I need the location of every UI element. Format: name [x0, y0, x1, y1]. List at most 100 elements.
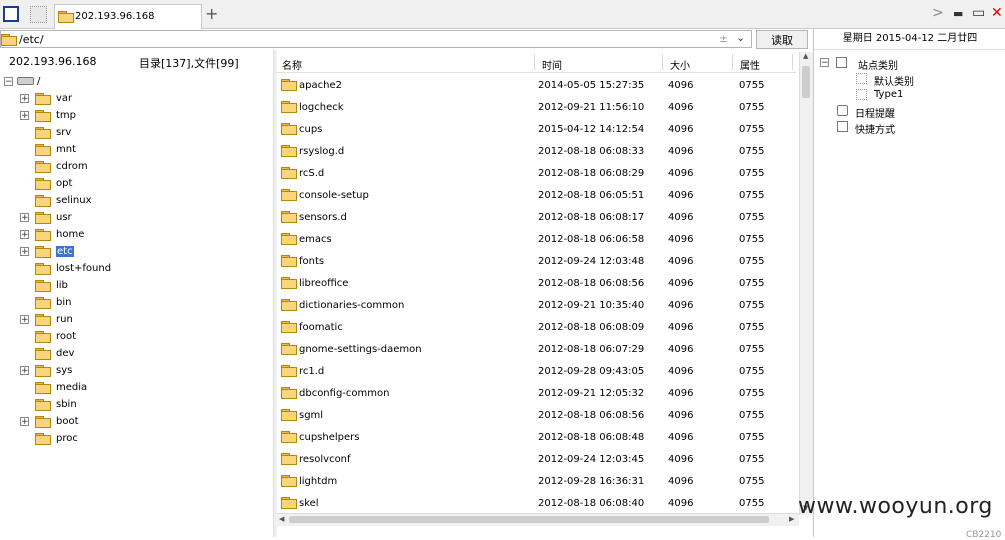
expand-icon[interactable]: +: [20, 366, 29, 376]
file-size: 4096: [668, 498, 694, 509]
folder-icon: [281, 233, 297, 245]
scroll-right-icon[interactable]: ▶: [789, 515, 794, 523]
file-row[interactable]: libreoffice 2012-08-18 06:08:56 4096 0755: [276, 273, 796, 295]
file-row[interactable]: sensors.d 2012-08-18 06:08:17 4096 0755: [276, 207, 796, 229]
file-row[interactable]: apache2 2014-05-05 15:27:35 4096 0755: [276, 75, 796, 97]
file-name: cups: [299, 124, 323, 135]
file-time: 2012-08-18 06:08:33: [538, 146, 645, 157]
file-time: 2012-08-18 06:05:51: [538, 190, 645, 201]
forward-icon[interactable]: >: [932, 5, 944, 21]
folder-icon: [35, 365, 51, 377]
file-row[interactable]: rsyslog.d 2012-08-18 06:08:33 4096 0755: [276, 141, 796, 163]
file-row[interactable]: foomatic 2012-08-18 06:08:09 4096 0755: [276, 317, 796, 339]
type1-label: Type1: [874, 89, 904, 100]
close-button[interactable]: ✕: [991, 5, 1003, 21]
expand-icon[interactable]: +: [20, 417, 29, 427]
file-row[interactable]: gnome-settings-daemon 2012-08-18 06:07:29…: [276, 339, 796, 361]
clock-icon: [837, 105, 848, 116]
folder-icon: [35, 433, 51, 445]
host-label: 202.193.96.168: [9, 55, 97, 68]
expand-icon[interactable]: +: [20, 213, 29, 223]
scroll-up-icon[interactable]: ▲: [803, 52, 808, 60]
horizontal-scroll-thumb[interactable]: [289, 516, 769, 523]
blank-tab-icon[interactable]: [30, 6, 47, 23]
add-tab-button[interactable]: +: [205, 4, 218, 23]
restore-button[interactable]: ▭: [972, 5, 985, 21]
column-size[interactable]: 大小: [670, 57, 690, 72]
watermark: www.wooyun.org: [798, 494, 993, 519]
tree-item-label: var: [56, 93, 73, 104]
tree-item-label: proc: [56, 433, 78, 444]
file-time: 2012-09-24 12:03:48: [538, 256, 645, 267]
folder-icon: [35, 263, 51, 275]
file-time: 2012-08-18 06:08:40: [538, 498, 645, 509]
file-attr: 0755: [739, 212, 765, 223]
collapse-icon[interactable]: −: [4, 77, 13, 87]
column-divider[interactable]: [534, 54, 535, 70]
file-attr: 0755: [739, 322, 765, 333]
tree-item-label: srv: [56, 127, 72, 138]
horizontal-scrollbar[interactable]: ◀ ▶: [276, 513, 799, 526]
file-row[interactable]: skel 2012-08-18 06:08:40 4096 0755: [276, 493, 796, 515]
file-size: 4096: [668, 190, 694, 201]
tree-item-label: dev: [56, 348, 75, 359]
sidebar-toggle-icon[interactable]: [3, 6, 19, 22]
folder-icon: [281, 431, 297, 443]
expand-icon[interactable]: +: [20, 315, 29, 325]
file-name: resolvconf: [299, 454, 351, 465]
scroll-left-icon[interactable]: ◀: [279, 515, 284, 523]
vertical-scrollbar[interactable]: ▲ ▼: [799, 52, 813, 515]
file-row[interactable]: console-setup 2012-08-18 06:05:51 4096 0755: [276, 185, 796, 207]
folder-icon: [281, 387, 297, 399]
file-row[interactable]: emacs 2012-08-18 06:06:58 4096 0755: [276, 229, 796, 251]
file-attr: 0755: [739, 234, 765, 245]
column-divider[interactable]: [732, 54, 733, 70]
file-time: 2012-08-18 06:08:56: [538, 278, 645, 289]
file-row[interactable]: dbconfig-common 2012-09-21 12:05:32 4096 07…: [276, 383, 796, 405]
tab-host[interactable]: 202.193.96.168: [54, 4, 202, 29]
folder-icon: [35, 110, 51, 122]
plus-minus-icon[interactable]: ±: [719, 32, 728, 45]
file-size: 4096: [668, 124, 694, 135]
file-row[interactable]: dictionaries-common 2012-09-21 10:35:40 40…: [276, 295, 796, 317]
file-row[interactable]: sgml 2012-08-18 06:08:56 4096 0755: [276, 405, 796, 427]
file-row[interactable]: cupshelpers 2012-08-18 06:08:48 4096 0755: [276, 427, 796, 449]
date-header: 星期日 2015-04-12 二月廿四: [814, 29, 1005, 50]
file-time: 2012-08-18 06:08:17: [538, 212, 645, 223]
read-button[interactable]: 读取: [756, 30, 808, 49]
expand-icon[interactable]: +: [20, 111, 29, 121]
column-name[interactable]: 名称: [282, 57, 302, 72]
minimize-button[interactable]: ▬: [953, 7, 963, 20]
file-time: 2012-09-28 16:36:31: [538, 476, 645, 487]
collapse-icon[interactable]: −: [820, 58, 829, 68]
file-row[interactable]: resolvconf 2012-09-24 12:03:45 4096 0755: [276, 449, 796, 471]
file-name: emacs: [299, 234, 332, 245]
chevron-down-icon[interactable]: ⌄: [736, 31, 745, 44]
path-input[interactable]: [0, 30, 752, 48]
file-row[interactable]: rcS.d 2012-08-18 06:08:29 4096 0755: [276, 163, 796, 185]
tree-item-label: mnt: [56, 144, 76, 155]
file-row[interactable]: lightdm 2012-09-28 16:36:31 4096 0755: [276, 471, 796, 493]
tree-item-label: run: [56, 314, 73, 325]
folder-icon: [281, 167, 297, 179]
expand-icon[interactable]: +: [20, 94, 29, 104]
column-divider[interactable]: [662, 54, 663, 70]
expand-icon[interactable]: +: [20, 230, 29, 240]
expand-icon[interactable]: +: [20, 247, 29, 257]
file-list-header: 名称 时间 大小 属性: [276, 52, 796, 73]
column-time[interactable]: 时间: [542, 57, 562, 72]
file-size: 4096: [668, 278, 694, 289]
file-size: 4096: [668, 388, 694, 399]
schedule-label: 日程提醒: [855, 109, 895, 120]
file-row[interactable]: rc1.d 2012-09-28 09:43:05 4096 0755: [276, 361, 796, 383]
file-name: dbconfig-common: [299, 388, 390, 399]
column-divider[interactable]: [792, 54, 793, 70]
tree-item-label: lib: [56, 280, 68, 291]
column-attr[interactable]: 属性: [740, 57, 760, 72]
file-row[interactable]: fonts 2012-09-24 12:03:48 4096 0755: [276, 251, 796, 273]
file-name: sgml: [299, 410, 324, 421]
file-name: logcheck: [299, 102, 344, 113]
file-row[interactable]: logcheck 2012-09-21 11:56:10 4096 0755: [276, 97, 796, 119]
file-row[interactable]: cups 2015-04-12 14:12:54 4096 0755: [276, 119, 796, 141]
vertical-scroll-thumb[interactable]: [802, 66, 810, 98]
